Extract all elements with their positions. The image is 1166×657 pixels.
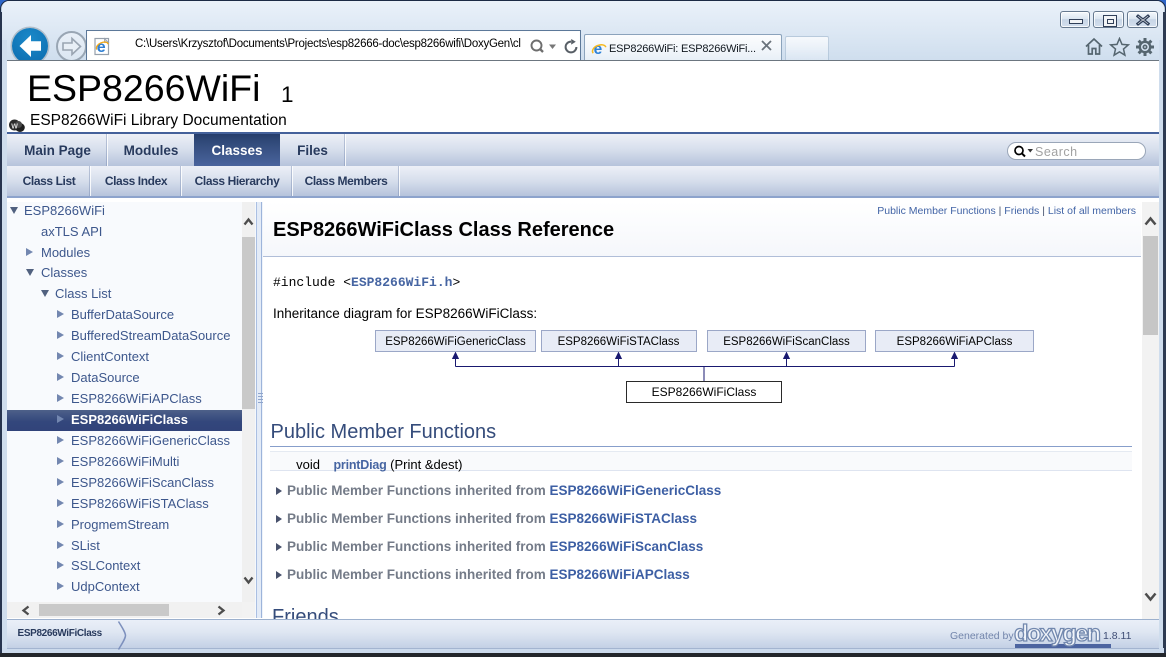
svg-text:ESP8266WiFiScanClass: ESP8266WiFiScanClass [723, 336, 850, 348]
svg-text:W: W [11, 124, 18, 131]
svg-text:e: e [594, 41, 603, 57]
svg-text:ESP8266WiFiClass: ESP8266WiFiClass [652, 385, 757, 399]
svg-text:ESP8266WiFiGenericClass: ESP8266WiFiGenericClass [385, 336, 526, 348]
svg-text:ESP8266WiFiAPClass: ESP8266WiFiAPClass [897, 336, 1013, 348]
svg-text:ESP8266WiFiSTAClass: ESP8266WiFiSTAClass [558, 336, 680, 348]
